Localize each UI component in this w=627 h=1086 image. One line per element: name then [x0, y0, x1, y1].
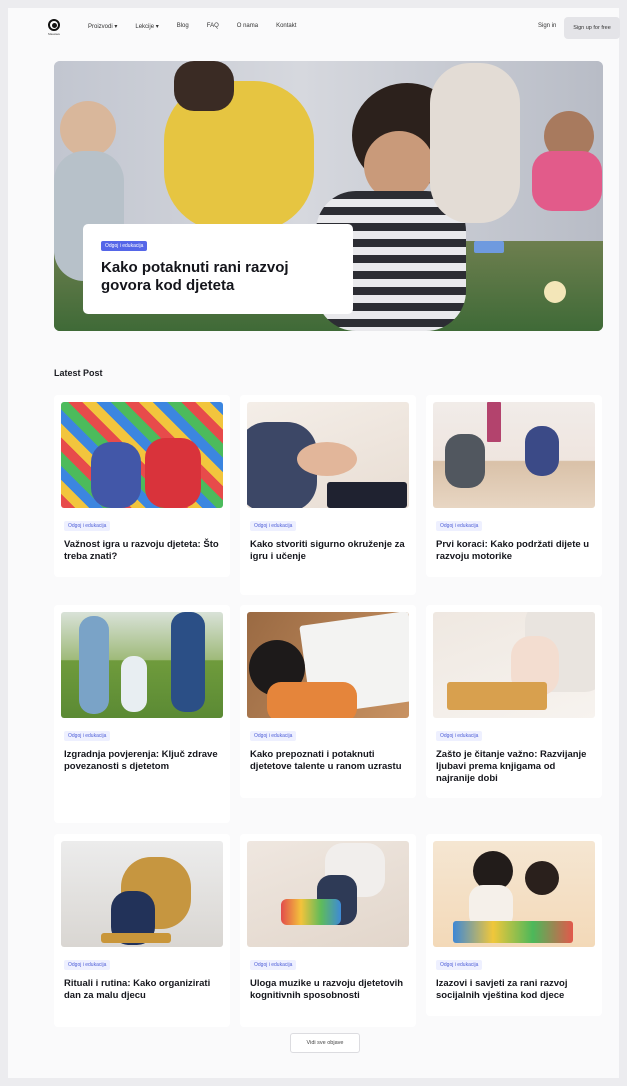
post-title[interactable]: Važnost igra u razvoju djeteta: Što treb… — [64, 539, 220, 563]
post-thumbnail[interactable] — [61, 841, 223, 947]
hero-toy-blocks — [474, 241, 504, 253]
post-category-badge[interactable]: Odgoj i edukacija — [436, 960, 483, 970]
thumb-toy — [101, 933, 171, 943]
view-all-posts-button[interactable]: Vidi sve objave — [290, 1033, 360, 1053]
post-card[interactable]: Odgoj i edukacija Izgradnja povjerenja: … — [54, 605, 230, 823]
post-thumbnail[interactable] — [433, 841, 595, 947]
top-nav: Sitewave Proizvodi ▾ Lekcije ▾ Blog FAQ … — [8, 8, 620, 48]
nav-item-o-nama[interactable]: O nama — [237, 23, 258, 30]
post-thumbnail[interactable] — [247, 841, 409, 947]
post-category-badge[interactable]: Odgoj i edukacija — [250, 521, 297, 531]
hero-title[interactable]: Kako potaknuti rani razvoj govora kod dj… — [101, 259, 341, 295]
nav-item-proizvodi[interactable]: Proizvodi ▾ — [88, 23, 117, 30]
thumb-child-hand — [297, 442, 357, 476]
sign-in-link[interactable]: Sign in — [538, 23, 556, 29]
thumb-blocks — [453, 921, 573, 943]
hero-featured-post[interactable]: Odgoj i edukacija Kako potaknuti rani ra… — [54, 61, 603, 331]
thumb-child-right — [525, 861, 559, 895]
nav-item-blog[interactable]: Blog — [177, 23, 189, 30]
post-category-badge[interactable]: Odgoj i edukacija — [436, 521, 483, 531]
thumb-child-middle — [121, 656, 147, 712]
post-category-badge[interactable]: Odgoj i edukacija — [64, 521, 111, 531]
post-thumbnail[interactable] — [433, 612, 595, 718]
post-category-badge[interactable]: Odgoj i edukacija — [250, 731, 297, 741]
hero-toy-ball — [544, 281, 566, 303]
thumb-door — [487, 402, 501, 442]
post-card[interactable]: Odgoj i edukacija Rituali i rutina: Kako… — [54, 834, 230, 1027]
logo[interactable]: Sitewave — [46, 19, 62, 39]
thumb-child-2 — [145, 438, 201, 508]
post-category-badge[interactable]: Odgoj i edukacija — [250, 960, 297, 970]
hero-figure-child-yellow-head — [174, 61, 234, 111]
post-thumbnail[interactable] — [247, 402, 409, 508]
logo-text: Sitewave — [47, 32, 61, 36]
post-title[interactable]: Zašto je čitanje važno: Razvijanje ljuba… — [436, 749, 592, 785]
thumb-book — [447, 682, 547, 710]
latest-post-heading: Latest Post — [54, 368, 103, 378]
post-card[interactable]: Odgoj i edukacija Kako stvoriti sigurno … — [240, 395, 416, 595]
hero-figure-girl-right-shirt — [532, 151, 602, 211]
thumb-child-walk — [525, 426, 559, 476]
post-card[interactable]: Odgoj i edukacija Važnost igra u razvoju… — [54, 395, 230, 577]
post-title[interactable]: Izgradnja povjerenja: Ključ zdrave povez… — [64, 749, 220, 773]
post-card[interactable]: Odgoj i edukacija Zašto je čitanje važno… — [426, 605, 602, 798]
post-card[interactable]: Odgoj i edukacija Uloga muzike u razvoju… — [240, 834, 416, 1027]
post-title[interactable]: Rituali i rutina: Kako organizirati dan … — [64, 978, 220, 1002]
thumb-boy-shirt — [267, 682, 357, 718]
hero-category-badge[interactable]: Odgoj i edukacija — [101, 241, 148, 251]
post-card[interactable]: Odgoj i edukacija Izazovi i savjeti za r… — [426, 834, 602, 1016]
thumb-mat — [327, 482, 407, 508]
post-thumbnail[interactable] — [61, 402, 223, 508]
thumb-child-crawl — [445, 434, 485, 488]
nav-item-faq[interactable]: FAQ — [207, 23, 219, 30]
nav-menu: Proizvodi ▾ Lekcije ▾ Blog FAQ O nama Ko… — [88, 23, 296, 30]
thumb-parent-left — [79, 616, 109, 714]
post-title[interactable]: Kako prepoznati i potaknuti djetetove ta… — [250, 749, 406, 773]
thumb-child-1 — [91, 442, 141, 508]
post-title[interactable]: Prvi koraci: Kako podržati dijete u razv… — [436, 539, 592, 563]
post-thumbnail[interactable] — [61, 612, 223, 718]
post-title[interactable]: Izazovi i savjeti za rani razvoj socijal… — [436, 978, 592, 1002]
hero-figure-girl-back — [430, 63, 520, 223]
logo-dot — [51, 22, 57, 28]
post-thumbnail[interactable] — [433, 402, 595, 508]
post-title[interactable]: Kako stvoriti sigurno okruženje za igru … — [250, 539, 406, 563]
thumb-xylophone — [281, 899, 341, 925]
sign-up-button[interactable]: Sign up for free — [564, 17, 620, 39]
post-title[interactable]: Uloga muzike u razvoju djetetovih kognit… — [250, 978, 406, 1002]
post-category-badge[interactable]: Odgoj i edukacija — [436, 731, 483, 741]
post-card[interactable]: Odgoj i edukacija Prvi koraci: Kako podr… — [426, 395, 602, 577]
post-category-badge[interactable]: Odgoj i edukacija — [64, 731, 111, 741]
nav-item-kontakt[interactable]: Kontakt — [276, 23, 296, 30]
thumb-parent-right — [171, 612, 205, 712]
post-card[interactable]: Odgoj i edukacija Kako prepoznati i pota… — [240, 605, 416, 798]
hero-caption-card[interactable]: Odgoj i edukacija Kako potaknuti rani ra… — [83, 224, 353, 314]
post-thumbnail[interactable] — [247, 612, 409, 718]
nav-item-lekcije[interactable]: Lekcije ▾ — [135, 23, 158, 30]
post-category-badge[interactable]: Odgoj i edukacija — [64, 960, 111, 970]
hero-figure-girl-left — [60, 101, 116, 157]
page: Sitewave Proizvodi ▾ Lekcije ▾ Blog FAQ … — [8, 8, 620, 1078]
